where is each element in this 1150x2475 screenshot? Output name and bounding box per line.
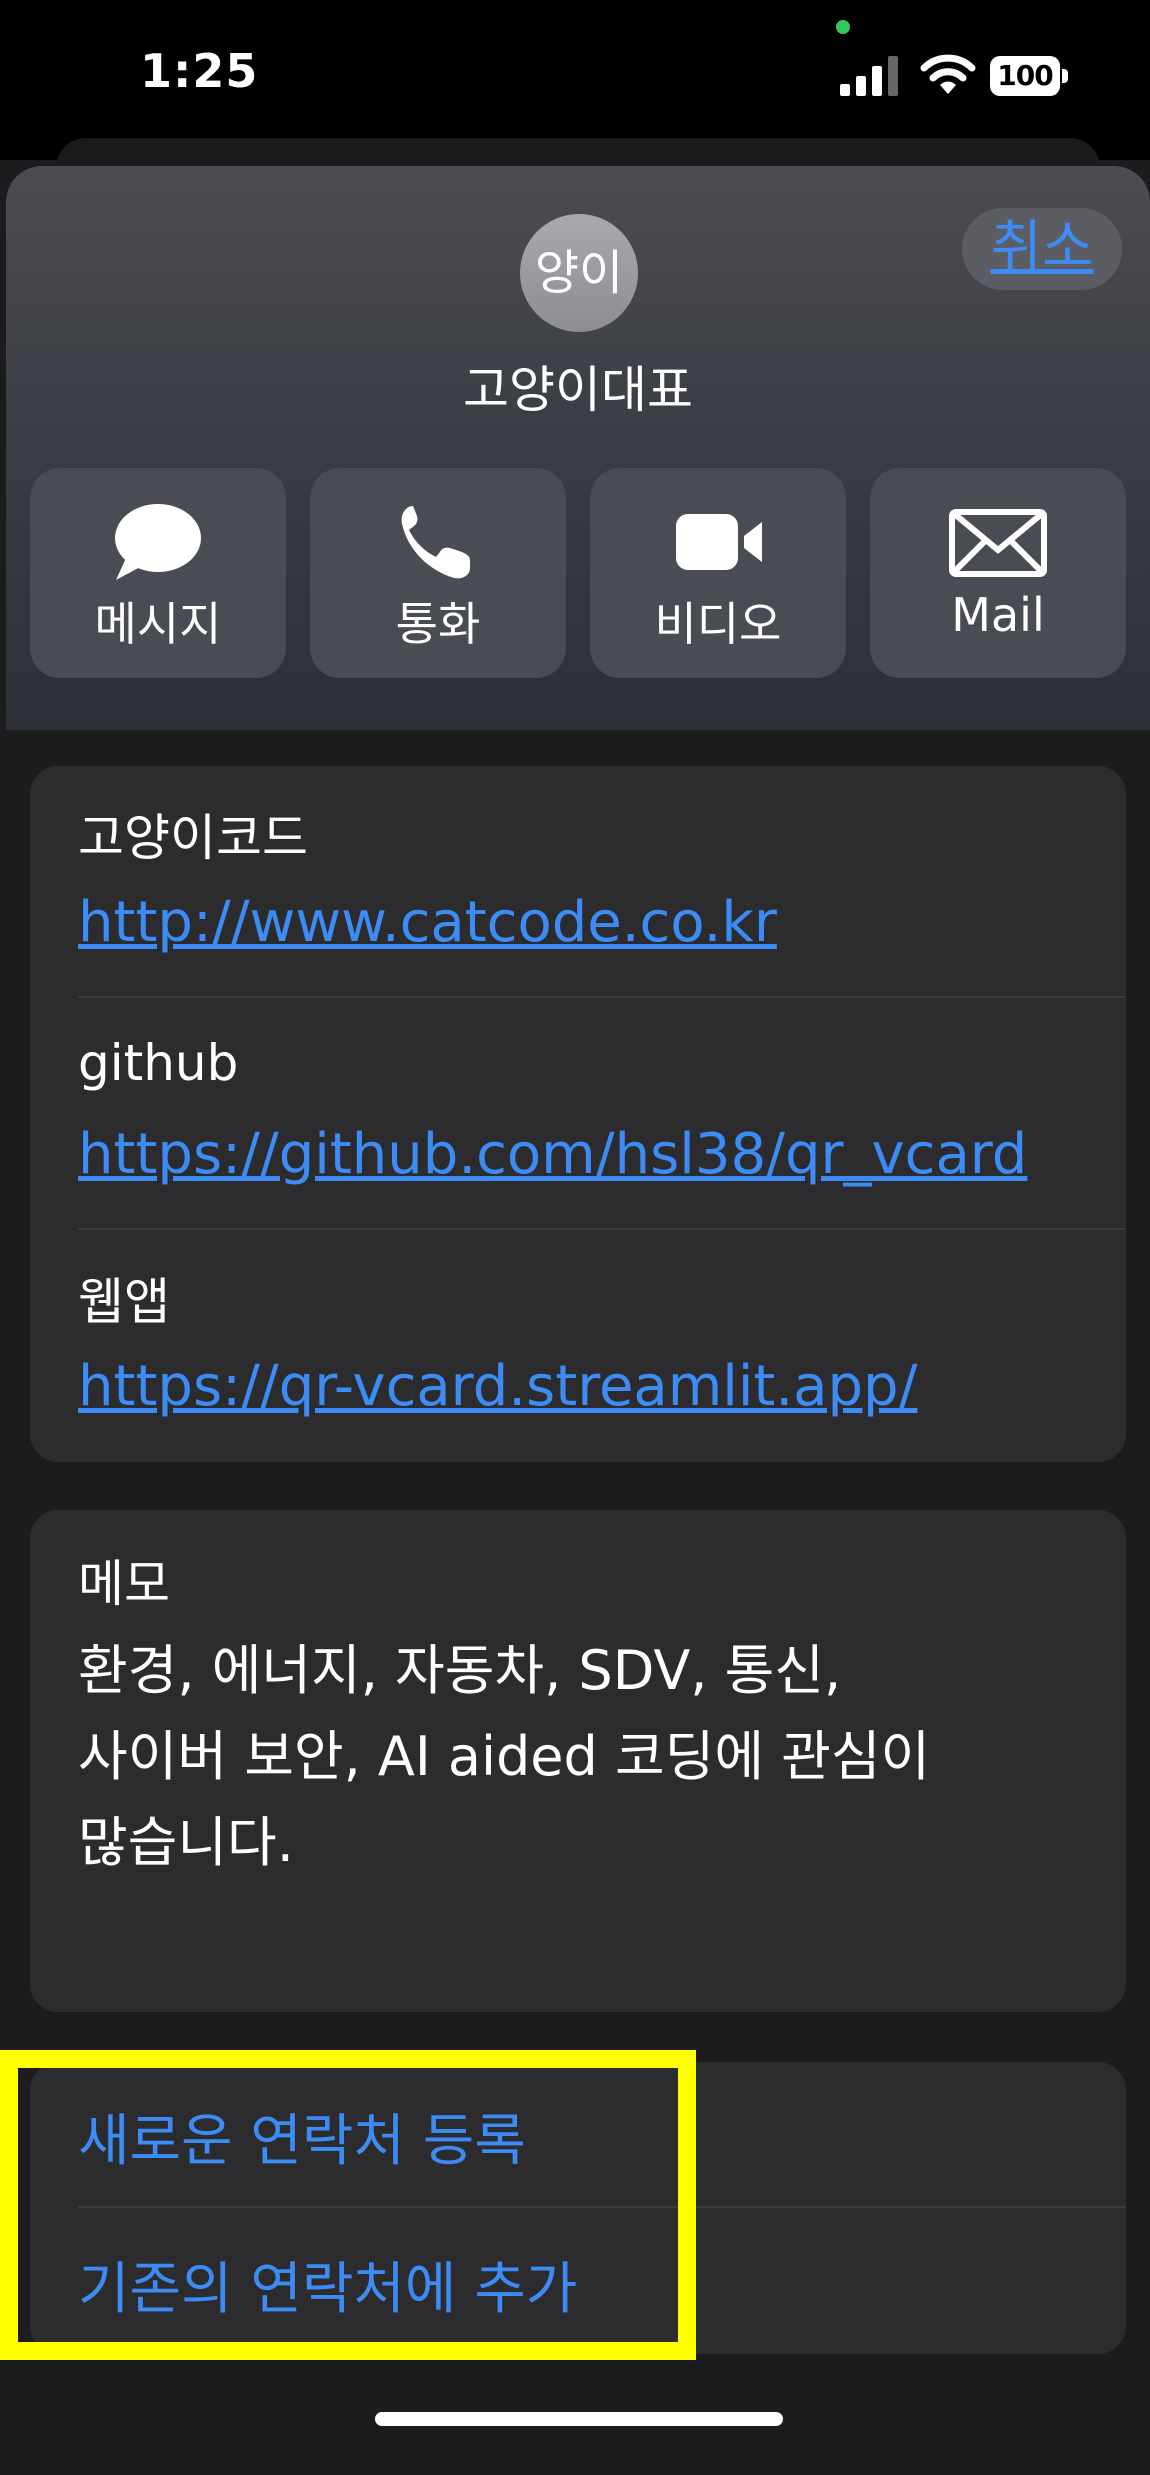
wifi-icon bbox=[920, 54, 976, 94]
video-button[interactable]: 비디오 bbox=[590, 468, 846, 678]
divider bbox=[78, 996, 1126, 998]
memo-text: 환경, 에너지, 자동차, SDV, 통신, 사이버 보안, AI aided … bbox=[78, 1628, 1088, 1886]
url-link-catcode[interactable]: http://www.catcode.co.kr bbox=[78, 890, 777, 955]
call-button[interactable]: 통화 bbox=[310, 468, 566, 678]
url-label-catcode: 고양이코드 bbox=[78, 809, 308, 867]
battery-tip bbox=[1062, 69, 1068, 83]
battery-level: 100 bbox=[990, 56, 1060, 96]
cellular-signal-icon bbox=[840, 56, 898, 96]
mail-button-label: Mail bbox=[951, 588, 1045, 642]
url-label-webapp: 웹앱 bbox=[78, 1273, 170, 1331]
message-button[interactable]: 메시지 bbox=[30, 468, 286, 678]
privacy-indicator-dot bbox=[836, 20, 850, 34]
message-button-label: 메시지 bbox=[94, 597, 222, 651]
video-button-label: 비디오 bbox=[654, 597, 782, 651]
url-link-github[interactable]: https://github.com/hsl38/qr_vcard bbox=[78, 1122, 1027, 1187]
battery-icon: 100 bbox=[990, 56, 1070, 96]
home-indicator[interactable] bbox=[375, 2412, 783, 2426]
call-button-label: 통화 bbox=[395, 597, 481, 651]
cancel-button[interactable]: 취소 bbox=[962, 208, 1122, 290]
mail-button[interactable]: Mail bbox=[870, 468, 1126, 678]
contact-name: 고양이대표 bbox=[463, 361, 693, 419]
memo-label: 메모 bbox=[78, 1555, 170, 1613]
status-time: 1:25 bbox=[140, 44, 259, 98]
memo-line: 환경, 에너지, 자동차, SDV, 통신, bbox=[78, 1639, 842, 1702]
avatar: 양이 bbox=[520, 214, 638, 332]
phone-icon bbox=[401, 506, 470, 579]
url-label-github: github bbox=[78, 1034, 239, 1092]
url-link-webapp[interactable]: https://qr-vcard.streamlit.app/ bbox=[78, 1354, 917, 1419]
memo-line: 많습니다. bbox=[78, 1811, 294, 1874]
message-bubble-icon bbox=[115, 504, 201, 580]
highlight-box bbox=[0, 2050, 696, 2360]
video-camera-icon bbox=[676, 514, 762, 570]
mail-envelope-icon bbox=[949, 509, 1047, 577]
divider bbox=[78, 1228, 1126, 1230]
memo-line: 사이버 보안, AI aided 코딩에 관심이 bbox=[78, 1725, 931, 1788]
